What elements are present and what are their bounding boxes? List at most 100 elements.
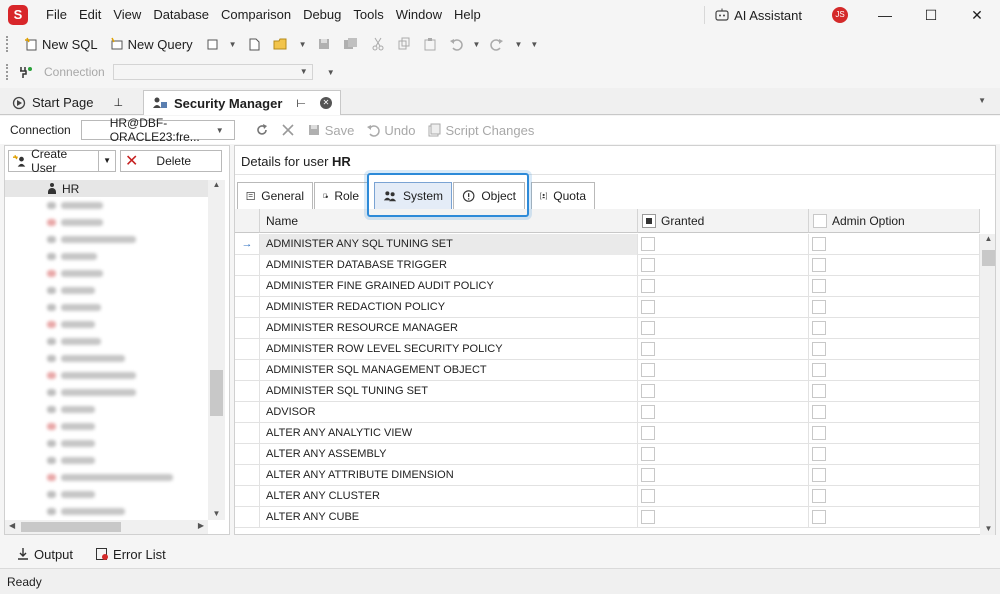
- redo-dropdown-icon[interactable]: ▼: [510, 40, 526, 49]
- tree-item-user[interactable]: [5, 401, 208, 418]
- admin-option-checkbox[interactable]: [812, 384, 826, 398]
- column-header-granted[interactable]: Granted: [638, 209, 809, 233]
- table-row[interactable]: ALTER ANY CUBE: [235, 507, 980, 528]
- scroll-down-icon[interactable]: ▼: [980, 524, 995, 533]
- admin-option-checkbox[interactable]: [812, 510, 826, 524]
- output-button[interactable]: Output: [10, 542, 79, 566]
- granted-checkbox[interactable]: [641, 279, 655, 293]
- admin-option-checkbox[interactable]: [812, 447, 826, 461]
- tree-vertical-scrollbar[interactable]: ▲ ▼: [208, 180, 225, 520]
- tab-role[interactable]: Role: [314, 182, 368, 210]
- save-toolbar-button[interactable]: [311, 32, 337, 56]
- granted-checkbox[interactable]: [641, 426, 655, 440]
- pin-icon[interactable]: ⊢: [296, 97, 306, 110]
- new-file-button[interactable]: [241, 32, 267, 56]
- tree-item-user[interactable]: [5, 435, 208, 452]
- tree-item-user[interactable]: [5, 282, 208, 299]
- granted-checkbox[interactable]: [641, 405, 655, 419]
- scroll-down-icon[interactable]: ▼: [208, 509, 225, 518]
- admin-option-select-all-checkbox[interactable]: [813, 213, 827, 228]
- copy-button[interactable]: [391, 32, 417, 56]
- tree-item-user[interactable]: [5, 367, 208, 384]
- tree-item-user[interactable]: [5, 384, 208, 401]
- scroll-thumb[interactable]: [21, 522, 121, 532]
- user-avatar[interactable]: JS: [832, 7, 848, 23]
- tree-item-user[interactable]: [5, 197, 208, 214]
- save-all-button[interactable]: [337, 32, 365, 56]
- ai-assistant-button[interactable]: AI Assistant: [704, 6, 812, 24]
- menu-tools[interactable]: Tools: [347, 0, 389, 30]
- table-row[interactable]: ADMINISTER REDACTION POLICY: [235, 297, 980, 318]
- undo-button[interactable]: Undo: [360, 118, 421, 142]
- connection-select[interactable]: HR@DBF-ORACLE23:fre... ▼: [80, 116, 235, 144]
- granted-checkbox[interactable]: [641, 237, 655, 251]
- new-object-button[interactable]: [199, 32, 225, 56]
- menu-comparison[interactable]: Comparison: [215, 0, 297, 30]
- tab-general[interactable]: General: [237, 182, 313, 210]
- granted-select-all-checkbox[interactable]: [642, 213, 656, 228]
- cancel-button[interactable]: [275, 118, 301, 142]
- close-window-icon[interactable]: ✕: [954, 0, 1000, 30]
- tree-item-user[interactable]: [5, 265, 208, 282]
- admin-option-checkbox[interactable]: [812, 363, 826, 377]
- table-row[interactable]: ALTER ANY ATTRIBUTE DIMENSION: [235, 465, 980, 486]
- table-row[interactable]: ADMINISTER DATABASE TRIGGER: [235, 255, 980, 276]
- granted-checkbox[interactable]: [641, 468, 655, 482]
- menu-window[interactable]: Window: [390, 0, 448, 30]
- granted-checkbox[interactable]: [641, 342, 655, 356]
- tree-item-user[interactable]: [5, 452, 208, 469]
- grid-vertical-scrollbar[interactable]: ▲ ▼: [980, 234, 995, 535]
- scroll-up-icon[interactable]: ▲: [980, 234, 995, 243]
- menu-help[interactable]: Help: [448, 0, 487, 30]
- admin-option-checkbox[interactable]: [812, 468, 826, 482]
- error-list-button[interactable]: Error List: [89, 542, 172, 566]
- table-row[interactable]: ADMINISTER SQL MANAGEMENT OBJECT: [235, 360, 980, 381]
- granted-checkbox[interactable]: [641, 489, 655, 503]
- tree-item-user[interactable]: [5, 231, 208, 248]
- redo-toolbar-button[interactable]: [484, 32, 510, 56]
- admin-option-checkbox[interactable]: [812, 405, 826, 419]
- new-sql-button[interactable]: New SQL: [18, 32, 104, 56]
- scroll-left-icon[interactable]: ◀: [9, 521, 15, 530]
- tree-horizontal-scrollbar[interactable]: ◀ ▶: [5, 520, 208, 534]
- granted-checkbox[interactable]: [641, 384, 655, 398]
- create-user-button[interactable]: Create User ▼: [8, 147, 116, 175]
- admin-option-checkbox[interactable]: [812, 426, 826, 440]
- toolbar-grip[interactable]: [6, 36, 10, 52]
- create-user-dropdown-icon[interactable]: ▼: [98, 151, 115, 171]
- minimize-icon[interactable]: —: [862, 0, 908, 30]
- tree-item-hr[interactable]: HR: [5, 180, 208, 197]
- admin-option-checkbox[interactable]: [812, 489, 826, 503]
- menu-database[interactable]: Database: [147, 0, 215, 30]
- delete-button[interactable]: ✕ Delete: [120, 150, 222, 172]
- tree-item-user[interactable]: [5, 316, 208, 333]
- tree-item-user[interactable]: [5, 248, 208, 265]
- column-header-admin-option[interactable]: Admin Option: [809, 209, 980, 233]
- tabs-dropdown-icon[interactable]: ▼: [974, 96, 990, 105]
- table-row[interactable]: → ADMINISTER ANY SQL TUNING SET: [235, 234, 980, 255]
- undo-toolbar-button[interactable]: [443, 32, 469, 56]
- menu-edit[interactable]: Edit: [73, 0, 107, 30]
- table-row[interactable]: ALTER ANY ANALYTIC VIEW: [235, 423, 980, 444]
- granted-checkbox[interactable]: [641, 258, 655, 272]
- toolbar-overflow-icon[interactable]: ▼: [526, 40, 542, 49]
- granted-checkbox[interactable]: [641, 510, 655, 524]
- granted-checkbox[interactable]: [641, 300, 655, 314]
- new-object-dropdown-icon[interactable]: ▼: [225, 40, 241, 49]
- table-row[interactable]: ADMINISTER SQL TUNING SET: [235, 381, 980, 402]
- granted-checkbox[interactable]: [641, 363, 655, 377]
- toolbar-overflow-icon[interactable]: ▼: [323, 68, 339, 77]
- cut-button[interactable]: [365, 32, 391, 56]
- menu-debug[interactable]: Debug: [297, 0, 347, 30]
- undo-dropdown-icon[interactable]: ▼: [469, 40, 485, 49]
- admin-option-checkbox[interactable]: [812, 342, 826, 356]
- admin-option-checkbox[interactable]: [812, 279, 826, 293]
- paste-button[interactable]: [417, 32, 443, 56]
- tree-item-user[interactable]: [5, 486, 208, 503]
- granted-checkbox[interactable]: [641, 321, 655, 335]
- admin-option-checkbox[interactable]: [812, 321, 826, 335]
- table-row[interactable]: ADMINISTER RESOURCE MANAGER: [235, 318, 980, 339]
- scroll-thumb[interactable]: [982, 250, 995, 266]
- table-row[interactable]: ADMINISTER ROW LEVEL SECURITY POLICY: [235, 339, 980, 360]
- new-query-button[interactable]: New Query: [104, 32, 199, 56]
